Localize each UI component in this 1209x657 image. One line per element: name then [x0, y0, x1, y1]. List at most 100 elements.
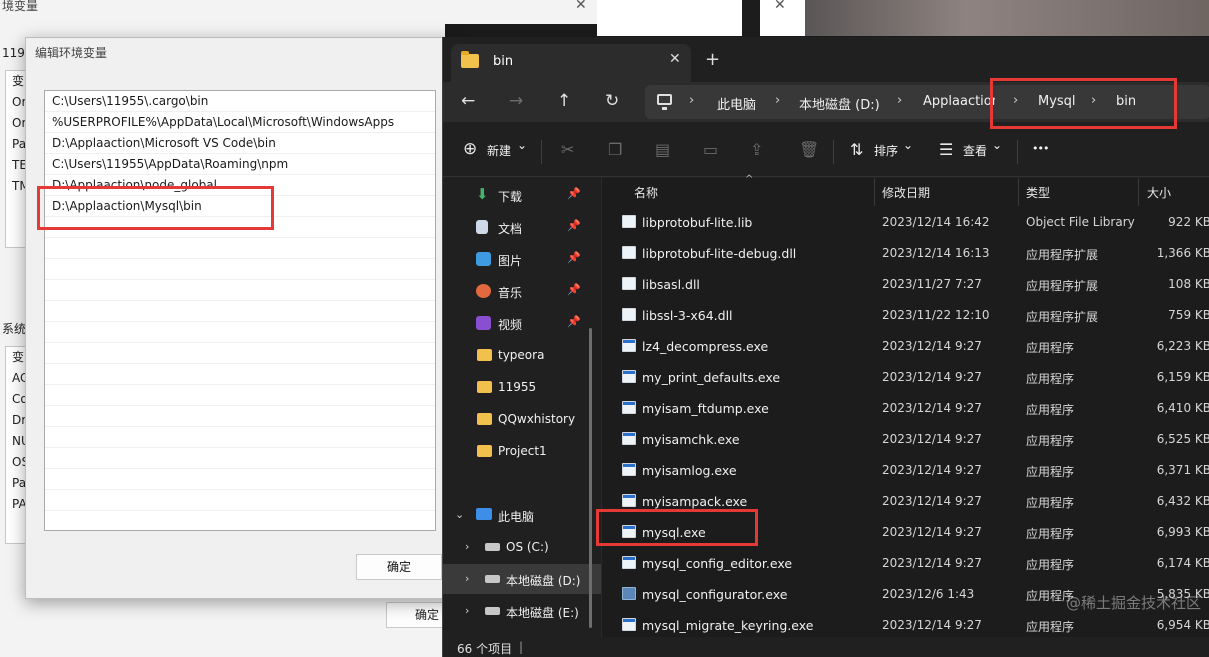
- column-divider[interactable]: [874, 178, 875, 206]
- sidebar-item-drive-e[interactable]: › 本地磁盘 (E:): [443, 596, 601, 626]
- sidebar-item-drive-c[interactable]: › OS (C:): [443, 532, 601, 562]
- file-row[interactable]: myisamchk.exe 2023/12/14 9:27 应用程序 6,525 KB: [602, 423, 1209, 454]
- file-row[interactable]: myisampack.exe 2023/12/14 9:27 应用程序 6,432 K…: [602, 485, 1209, 516]
- file-row[interactable]: myisamlog.exe 2023/12/14 9:27 应用程序 6,371 KB: [602, 454, 1209, 485]
- file-row[interactable]: my_print_defaults.exe 2023/12/14 9:27 应用程序…: [602, 361, 1209, 392]
- system-var-row[interactable]: NU: [12, 431, 30, 452]
- column-divider[interactable]: [1018, 178, 1019, 206]
- user-var-row[interactable]: TM: [12, 176, 30, 197]
- file-row[interactable]: mysql_migrate_keyring.exe 2023/12/14 9:27…: [602, 609, 1209, 640]
- env-ok-button[interactable]: 确定: [386, 602, 446, 628]
- sidebar-item-this-pc[interactable]: ⌄ 此电脑: [443, 500, 601, 530]
- column-divider[interactable]: [1138, 178, 1139, 206]
- path-row-empty[interactable]: [45, 490, 435, 511]
- chevron-right-icon[interactable]: ›: [465, 572, 469, 585]
- copy-icon[interactable]: ❐: [608, 140, 622, 159]
- cut-icon[interactable]: ✂: [561, 140, 574, 159]
- path-row-empty[interactable]: [45, 448, 435, 469]
- path-row[interactable]: C:\Users\11955\AppData\Roaming\npm: [45, 154, 435, 175]
- close-icon[interactable]: ✕: [575, 0, 587, 13]
- file-row[interactable]: mysql.exe 2023/12/14 9:27 应用程序 6,993 KB: [602, 516, 1209, 547]
- path-row-empty[interactable]: [45, 280, 435, 301]
- close-icon[interactable]: ✕: [774, 0, 786, 13]
- chevron-right-icon[interactable]: ›: [465, 604, 469, 617]
- sidebar-item-downloads[interactable]: ⬇ 下载 📌: [443, 180, 601, 210]
- view-button[interactable]: 查看: [963, 142, 987, 159]
- close-icon[interactable]: ✕: [669, 51, 681, 67]
- path-row-empty[interactable]: [45, 343, 435, 364]
- path-row-empty[interactable]: [45, 301, 435, 322]
- paste-icon[interactable]: ▤: [655, 140, 670, 159]
- path-row-empty[interactable]: [45, 427, 435, 448]
- add-tab-button[interactable]: +: [705, 49, 720, 70]
- chevron-down-icon[interactable]: ⌄: [455, 508, 464, 521]
- breadcrumb-bin[interactable]: bin: [1116, 94, 1136, 109]
- system-var-row[interactable]: 变: [12, 347, 26, 368]
- sidebar-item-pictures[interactable]: 图片 📌: [443, 244, 601, 274]
- file-row[interactable]: libssl-3-x64.dll 2023/11/22 12:10 应用程序扩展 75…: [602, 299, 1209, 330]
- column-type[interactable]: 类型: [1026, 184, 1050, 201]
- user-var-row[interactable]: Or: [12, 113, 26, 134]
- sidebar-item-documents[interactable]: 文档 📌: [443, 212, 601, 242]
- system-var-row[interactable]: Co: [12, 389, 28, 410]
- sidebar-item-drive-d[interactable]: › 本地磁盘 (D:): [443, 564, 601, 594]
- path-row-empty[interactable]: [45, 385, 435, 406]
- path-row[interactable]: %USERPROFILE%\AppData\Local\Microsoft\Wi…: [45, 112, 435, 133]
- column-name[interactable]: 名称: [634, 184, 658, 201]
- path-row[interactable]: C:\Users\11955\.cargo\bin: [45, 91, 435, 112]
- sidebar-item-folder[interactable]: 11955: [443, 372, 601, 402]
- path-row-empty[interactable]: [45, 259, 435, 280]
- column-size[interactable]: 大小: [1147, 184, 1171, 201]
- file-row[interactable]: libprotobuf-lite.lib 2023/12/14 16:42 Obje…: [602, 206, 1209, 237]
- system-var-row[interactable]: Pa: [12, 473, 26, 494]
- user-var-row[interactable]: 变: [12, 71, 26, 92]
- system-var-row[interactable]: Dr: [12, 410, 26, 431]
- breadcrumb-this-pc[interactable]: 此电脑: [717, 94, 756, 113]
- share-icon[interactable]: ⇪: [750, 140, 763, 159]
- user-var-row[interactable]: TE: [12, 155, 27, 176]
- breadcrumb-mysql[interactable]: Mysql: [1038, 94, 1076, 109]
- file-row[interactable]: mysql_config_editor.exe 2023/12/14 9:27 应用…: [602, 547, 1209, 578]
- address-bar[interactable]: › 此电脑 › 本地磁盘 (D:) › Applaaction › Mysql …: [645, 85, 1209, 119]
- file-row[interactable]: libprotobuf-lite-debug.dll 2023/12/14 16:…: [602, 237, 1209, 268]
- path-row-empty[interactable]: [45, 406, 435, 427]
- file-row[interactable]: libsasl.dll 2023/11/27 7:27 应用程序扩展 108 KB: [602, 268, 1209, 299]
- sidebar-item-folder[interactable]: typeora: [443, 340, 601, 370]
- sort-button[interactable]: 排序: [874, 142, 898, 159]
- path-row-empty[interactable]: [45, 217, 435, 238]
- file-row[interactable]: myisam_ftdump.exe 2023/12/14 9:27 应用程序 6,41…: [602, 392, 1209, 423]
- breadcrumb-drive-d[interactable]: 本地磁盘 (D:): [799, 94, 880, 113]
- sidebar-item-folder[interactable]: Project1: [443, 436, 601, 466]
- user-var-row[interactable]: Pa: [12, 134, 26, 155]
- path-row-mysql-bin[interactable]: D:\Applaaction\Mysql\bin: [45, 196, 435, 217]
- column-date[interactable]: 修改日期: [882, 184, 930, 201]
- up-arrow-icon[interactable]: ↑: [557, 91, 571, 111]
- new-button[interactable]: 新建: [487, 142, 511, 159]
- dialog-ok-button[interactable]: 确定: [356, 554, 442, 580]
- sidebar-item-folder[interactable]: QQwxhistory: [443, 404, 601, 434]
- system-var-row[interactable]: AC: [12, 368, 28, 389]
- back-arrow-icon[interactable]: ←: [461, 91, 475, 111]
- user-vars-list[interactable]: 变 Or Or Pa TE TM: [5, 70, 30, 248]
- tab-bin[interactable]: bin ✕: [451, 44, 691, 82]
- path-row[interactable]: D:\Applaaction\node_global: [45, 175, 435, 196]
- sidebar-item-music[interactable]: 音乐 📌: [443, 276, 601, 306]
- file-row[interactable]: lz4_decompress.exe 2023/12/14 9:27 应用程序 6,2…: [602, 330, 1209, 361]
- path-list[interactable]: C:\Users\11955\.cargo\bin %USERPROFILE%\…: [44, 90, 436, 531]
- sidebar-item-videos[interactable]: 视频 📌: [443, 308, 601, 338]
- path-row[interactable]: D:\Applaaction\Microsoft VS Code\bin: [45, 133, 435, 154]
- chevron-right-icon[interactable]: ›: [465, 540, 469, 553]
- system-vars-list[interactable]: 变 AC Co Dr NU OS Pa PA: [5, 346, 30, 544]
- user-var-row[interactable]: Or: [12, 92, 26, 113]
- forward-arrow-icon[interactable]: →: [509, 91, 523, 111]
- path-row-empty[interactable]: [45, 469, 435, 490]
- path-row-empty[interactable]: [45, 322, 435, 343]
- path-row-empty[interactable]: [45, 238, 435, 259]
- rename-icon[interactable]: ▭: [703, 140, 718, 159]
- refresh-icon[interactable]: ↻: [605, 91, 619, 111]
- path-row-empty[interactable]: [45, 364, 435, 385]
- delete-icon[interactable]: 🗑: [799, 140, 819, 159]
- system-var-row[interactable]: PA: [12, 494, 27, 515]
- sidebar-scrollbar[interactable]: [589, 328, 592, 628]
- more-options-icon[interactable]: •••: [1032, 142, 1049, 155]
